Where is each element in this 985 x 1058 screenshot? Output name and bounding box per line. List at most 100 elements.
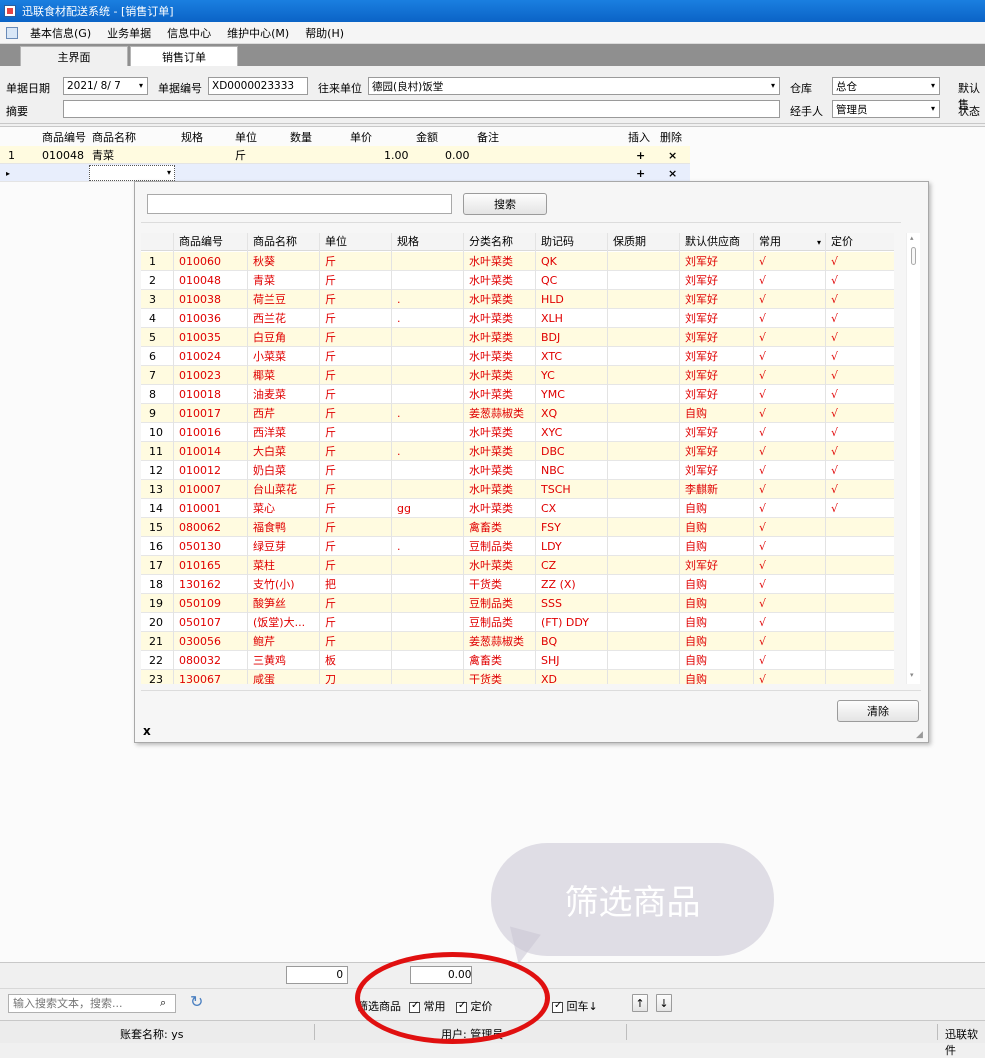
col-name[interactable]: 商品名称	[253, 233, 297, 251]
product-row[interactable]: 19 050109 酸笋丝 斤 豆制品类 SSS 自购 √	[141, 594, 894, 613]
product-row[interactable]: 15 080062 福食鸭 斤 禽畜类 FSY 自购 √	[141, 518, 894, 537]
name-combo-editor[interactable]: ▾	[89, 165, 175, 181]
menu-info-center[interactable]: 信息中心	[159, 25, 219, 41]
scroll-thumb[interactable]	[911, 247, 916, 265]
handler-dropdown-icon[interactable]: ▾	[931, 104, 935, 113]
menu-business-docs[interactable]: 业务单据	[99, 25, 159, 41]
product-unit: 斤	[325, 464, 336, 477]
insert-row-icon[interactable]: +	[636, 146, 645, 164]
col-code-header[interactable]: 商品编号	[42, 128, 86, 146]
partner-dropdown-icon[interactable]: ▾	[771, 81, 775, 90]
refresh-icon[interactable]: ↻	[190, 992, 203, 1011]
calendar-dropdown-icon[interactable]: ▾	[139, 81, 143, 90]
product-table-scrollbar[interactable]: ▴ ▾	[906, 233, 920, 684]
move-down-button[interactable]: ↓	[656, 994, 672, 1012]
move-up-button[interactable]: ↑	[632, 994, 648, 1012]
product-row[interactable]: 23 130067 咸蛋 刀 干货类 XD 自购 √	[141, 670, 894, 684]
product-supplier: 李麒新	[685, 483, 718, 496]
summary-field[interactable]	[63, 100, 780, 118]
product-row[interactable]: 13 010007 台山菜花 斤 水叶菜类 TSCH 李麒新 √ √	[141, 480, 894, 499]
col-qty-header[interactable]: 数量	[290, 128, 312, 146]
product-row[interactable]: 9 010017 西芹 斤. 姜葱蒜椒类 XQ 自购 √ √	[141, 404, 894, 423]
clear-button[interactable]: 清除	[837, 700, 919, 722]
line-price[interactable]: 1.00	[384, 146, 409, 164]
col-code[interactable]: 商品编号	[179, 233, 223, 251]
col-pricing[interactable]: 定价	[831, 233, 853, 251]
line-name[interactable]: 青菜	[92, 146, 114, 164]
product-supplier: 刘军好	[685, 426, 718, 439]
bottom-search-input[interactable]	[8, 994, 176, 1013]
col-price-header[interactable]: 单价	[350, 128, 372, 146]
col-name-header[interactable]: 商品名称	[92, 128, 136, 146]
line-unit[interactable]: 斤	[235, 146, 246, 164]
product-row[interactable]: 17 010165 菜柱 斤 水叶菜类 CZ 刘军好 √	[141, 556, 894, 575]
search-button[interactable]: 搜索	[463, 193, 547, 215]
tab-home-label: 主界面	[57, 50, 91, 64]
close-popup-icon[interactable]: x	[143, 724, 151, 738]
product-row[interactable]: 11 010014 大白菜 斤. 水叶菜类 DBC 刘军好 √ √	[141, 442, 894, 461]
product-row[interactable]: 10 010016 西洋菜 斤 水叶菜类 XYC 刘军好 √ √	[141, 423, 894, 442]
product-row[interactable]: 18 130162 支竹(小) 把 干货类 ZZ (X) 自购 √	[141, 575, 894, 594]
scroll-down-icon[interactable]: ▾	[910, 671, 914, 679]
col-amount-header[interactable]: 金额	[416, 128, 438, 146]
product-row[interactable]: 21 030056 鲍芹 斤 姜葱蒜椒类 BQ 自购 √	[141, 632, 894, 651]
col-category[interactable]: 分类名称	[469, 233, 513, 251]
col-common[interactable]: 常用	[759, 233, 781, 251]
warehouse-select[interactable]: 总仓 ▾	[832, 77, 940, 95]
col-unit[interactable]: 单位	[325, 233, 347, 251]
col-spec-header[interactable]: 规格	[181, 128, 203, 146]
enter-check-icon[interactable]	[552, 1000, 563, 1013]
product-row[interactable]: 3 010038 荷兰豆 斤. 水叶菜类 HLD 刘军好 √ √	[141, 290, 894, 309]
product-row[interactable]: 7 010023 椰菜 斤 水叶菜类 YC 刘军好 √ √	[141, 366, 894, 385]
col-shelf-life[interactable]: 保质期	[613, 233, 646, 251]
combo-dropdown-icon[interactable]: ▾	[167, 168, 171, 177]
col-spec[interactable]: 规格	[397, 233, 419, 251]
col-unit-header[interactable]: 单位	[235, 128, 257, 146]
menu-help[interactable]: 帮助(H)	[297, 25, 352, 41]
product-row[interactable]: 8 010018 油麦菜 斤 水叶菜类 YMC 刘军好 √ √	[141, 385, 894, 404]
product-mnemonic: LDY	[541, 540, 562, 553]
partner-select[interactable]: 德园(良村)饭堂 ▾	[368, 77, 780, 95]
scroll-up-icon[interactable]: ▴	[910, 234, 914, 242]
product-row[interactable]: 1 010060 秋葵 斤 水叶菜类 QK 刘军好 √ √	[141, 252, 894, 271]
tab-sales-order[interactable]: 销售订单	[130, 46, 238, 66]
search-icon[interactable]: ⌕	[160, 996, 166, 1010]
product-search-input[interactable]	[147, 194, 452, 214]
system-menu-icon[interactable]	[6, 26, 18, 39]
col-remark-header[interactable]: 备注	[477, 128, 499, 146]
product-row[interactable]: 20 050107 (饭堂)大... 斤 豆制品类 (FT) DDY 自购 √	[141, 613, 894, 632]
date-picker[interactable]: 2021/ 8/ 7 ▾	[63, 77, 148, 95]
product-row[interactable]: 12 010012 奶白菜 斤 水叶菜类 NBC 刘军好 √ √	[141, 461, 894, 480]
tab-home[interactable]: 主界面	[20, 46, 128, 66]
col-mnemonic[interactable]: 助记码	[541, 233, 574, 251]
product-row[interactable]: 2 010048 青菜 斤 水叶菜类 QC 刘军好 √ √	[141, 271, 894, 290]
delete-row-icon[interactable]: ×	[668, 164, 677, 182]
product-code: 010014	[179, 445, 221, 458]
product-row[interactable]: 16 050130 绿豆芽 斤. 豆制品类 LDY 自购 √	[141, 537, 894, 556]
product-supplier: 刘军好	[685, 388, 718, 401]
product-spec: .	[397, 312, 401, 325]
enter-checkbox[interactable]: 回车↓	[552, 998, 598, 1014]
line-code[interactable]: 010048	[42, 146, 84, 164]
insert-row-icon[interactable]: +	[636, 164, 645, 182]
line-amount[interactable]: 0.00	[445, 146, 470, 164]
product-unit: 斤	[325, 483, 336, 496]
product-row[interactable]: 4 010036 西兰花 斤. 水叶菜类 XLH 刘军好 √ √	[141, 309, 894, 328]
handler-select[interactable]: 管理员 ▾	[832, 100, 940, 118]
product-row[interactable]: 6 010024 小菜菜 斤 水叶菜类 XTC 刘军好 √ √	[141, 347, 894, 366]
product-row[interactable]: 14 010001 菜心 斤 gg 水叶菜类 CX 自购 √ √	[141, 499, 894, 518]
col-insert-header[interactable]: 插入	[628, 128, 650, 146]
product-name: 福食鸭	[253, 521, 286, 534]
col-supplier[interactable]: 默认供应商	[685, 233, 740, 251]
warehouse-dropdown-icon[interactable]: ▾	[931, 81, 935, 90]
col-delete-header[interactable]: 删除	[660, 128, 682, 146]
delete-row-icon[interactable]: ×	[668, 146, 677, 164]
resize-grip-icon[interactable]: ◢	[916, 730, 923, 740]
product-mnemonic: SSS	[541, 597, 562, 610]
menu-maintenance[interactable]: 维护中心(M)	[219, 25, 297, 41]
doc-no-field[interactable]: XD0000023333	[208, 77, 308, 95]
common-filter-icon[interactable]: ▾	[817, 234, 821, 252]
menu-basic-info[interactable]: 基本信息(G)	[22, 25, 99, 41]
product-row[interactable]: 5 010035 白豆角 斤 水叶菜类 BDJ 刘军好 √ √	[141, 328, 894, 347]
product-row[interactable]: 22 080032 三黄鸡 板 禽畜类 SHJ 自购 √	[141, 651, 894, 670]
